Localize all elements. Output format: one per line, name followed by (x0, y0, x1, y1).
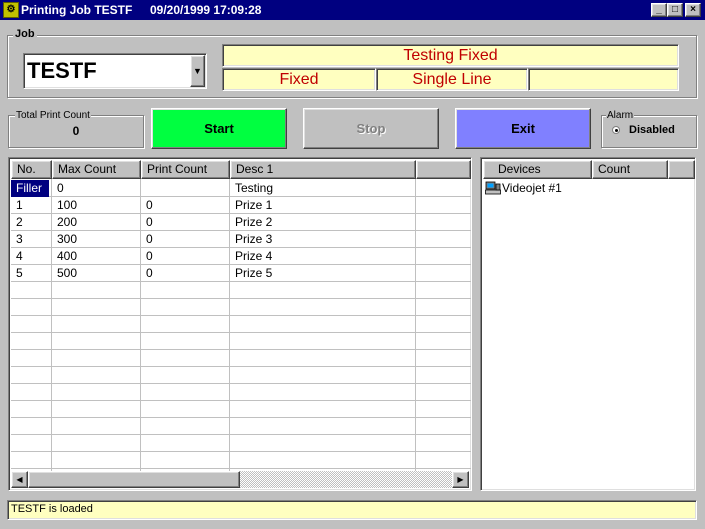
table-cell-no[interactable]: 3 (11, 231, 51, 248)
prize-grid[interactable]: No. Max Count Print Count Desc 1 Filler … (8, 157, 472, 491)
column-header-blank[interactable] (668, 160, 695, 179)
devices-list[interactable]: Devices Count Videojet #1 (480, 157, 696, 491)
grid-row-line (11, 366, 471, 367)
maximize-button[interactable]: □ (667, 3, 683, 17)
table-cell-no[interactable]: 1 (11, 197, 51, 214)
scrollbar-thumb[interactable] (28, 471, 240, 488)
table-cell-print-count[interactable]: 0 (141, 197, 229, 214)
alarm-label: Alarm (606, 110, 635, 121)
printer-app-icon[interactable]: ⚙ (3, 2, 19, 18)
table-cell-desc[interactable]: Prize 4 (230, 248, 415, 265)
total-print-count-value: 0 (72, 124, 80, 138)
chevron-down-icon[interactable]: ▼ (190, 55, 205, 87)
column-header-devices[interactable]: Devices (483, 160, 592, 179)
table-cell-max-count[interactable]: 200 (52, 214, 140, 231)
window-title: Printing Job TESTF (21, 3, 133, 17)
grid-row-line (11, 332, 471, 333)
grid-row-line (11, 400, 471, 401)
job-extra-field (528, 68, 679, 91)
title-bar: ⚙ Printing Job TESTF 09/20/1999 17:09:28… (0, 0, 705, 20)
column-header-count[interactable]: Count (592, 160, 668, 179)
total-print-count-label: Total Print Count (15, 110, 91, 121)
table-cell-max-count[interactable]: 400 (52, 248, 140, 265)
stop-button[interactable]: Stop (303, 108, 439, 149)
job-group-label: Job (13, 28, 37, 40)
alarm-status: Disabled (629, 124, 675, 136)
grid-row-line (11, 417, 471, 418)
table-cell-no[interactable]: 4 (11, 248, 51, 265)
table-cell-max-count[interactable]: 300 (52, 231, 140, 248)
job-line-field: Single Line (376, 68, 528, 91)
table-cell-desc[interactable]: Prize 3 (230, 231, 415, 248)
grid-row-line (11, 349, 471, 350)
column-header-print-count[interactable]: Print Count (141, 160, 230, 179)
start-button[interactable]: Start (151, 108, 287, 149)
grid-row-line (11, 383, 471, 384)
grid-row-line (11, 298, 471, 299)
table-cell-desc[interactable]: Prize 5 (230, 265, 415, 282)
exit-button[interactable]: Exit (455, 108, 591, 149)
device-item-videojet[interactable]: Videojet #1 (502, 181, 562, 195)
job-select[interactable]: TESTF ▼ (23, 53, 207, 89)
column-header-blank[interactable] (416, 160, 471, 179)
column-header-max-count[interactable]: Max Count (52, 160, 141, 179)
table-cell-desc[interactable]: Testing (230, 180, 415, 197)
table-cell-desc[interactable]: Prize 1 (230, 197, 415, 214)
table-cell-max-count[interactable]: 0 (52, 180, 140, 197)
table-cell-desc[interactable]: Prize 2 (230, 214, 415, 231)
window-datetime: 09/20/1999 17:09:28 (150, 3, 262, 17)
horizontal-scrollbar[interactable]: ◀ ▶ (11, 471, 469, 488)
printer-device-icon (485, 181, 501, 195)
job-mode-field: Fixed (222, 68, 376, 91)
table-cell-print-count[interactable]: 0 (141, 231, 229, 248)
scroll-left-icon[interactable]: ◀ (11, 471, 28, 488)
grid-row-line (11, 434, 471, 435)
table-cell-print-count[interactable]: 0 (141, 214, 229, 231)
column-header-desc-1[interactable]: Desc 1 (230, 160, 416, 179)
table-cell-print-count[interactable] (141, 180, 229, 197)
status-bar: TESTF is loaded (7, 500, 697, 520)
table-cell-print-count[interactable]: 0 (141, 265, 229, 282)
grid-divider (415, 179, 416, 471)
close-button[interactable]: × (685, 3, 701, 17)
job-title-field: Testing Fixed (222, 44, 679, 67)
table-cell-max-count[interactable]: 500 (52, 265, 140, 282)
table-cell-print-count[interactable]: 0 (141, 248, 229, 265)
scroll-right-icon[interactable]: ▶ (452, 471, 469, 488)
job-select-value: TESTF (27, 58, 97, 83)
grid-row-line (11, 451, 471, 452)
alarm-radio[interactable] (612, 126, 620, 134)
minimize-button[interactable]: _ (651, 3, 667, 17)
table-cell-max-count[interactable]: 100 (52, 197, 140, 214)
grid-row-line (11, 468, 471, 469)
table-cell-no[interactable]: Filler (11, 180, 49, 197)
grid-row-line (11, 315, 471, 316)
table-cell-no[interactable]: 2 (11, 214, 51, 231)
table-cell-no[interactable]: 5 (11, 265, 51, 282)
column-header-no[interactable]: No. (11, 160, 52, 179)
